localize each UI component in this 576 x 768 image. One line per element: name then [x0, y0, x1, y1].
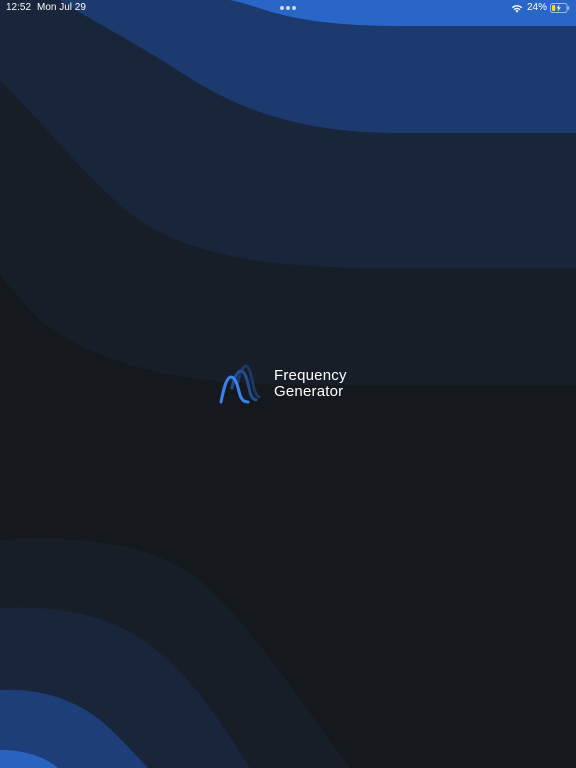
multitask-dot	[280, 6, 284, 10]
app-title-line2: Generator	[274, 383, 344, 400]
battery-icon	[550, 3, 570, 13]
app-title: Frequency Generator	[274, 368, 347, 400]
multitask-dots-icon[interactable]	[280, 6, 296, 11]
app-logo: Frequency Generator	[218, 362, 347, 406]
charging-bolt-icon	[556, 4, 561, 12]
status-date: Mon Jul 29	[37, 2, 86, 13]
multitask-dot	[286, 6, 290, 10]
multitask-dot	[292, 6, 296, 10]
wifi-icon	[511, 4, 523, 13]
waveform-icon	[219, 364, 261, 404]
status-indicators: 24%	[511, 0, 570, 16]
app-title-line1: Frequency	[274, 367, 347, 384]
battery-fill	[552, 5, 556, 11]
splash-screen: 12:52 Mon Jul 29 24% Frequency Generator	[0, 0, 576, 768]
status-time: 12:52	[6, 2, 32, 13]
status-bar: 12:52 Mon Jul 29 24%	[0, 0, 576, 16]
battery-percent: 24%	[526, 2, 547, 13]
